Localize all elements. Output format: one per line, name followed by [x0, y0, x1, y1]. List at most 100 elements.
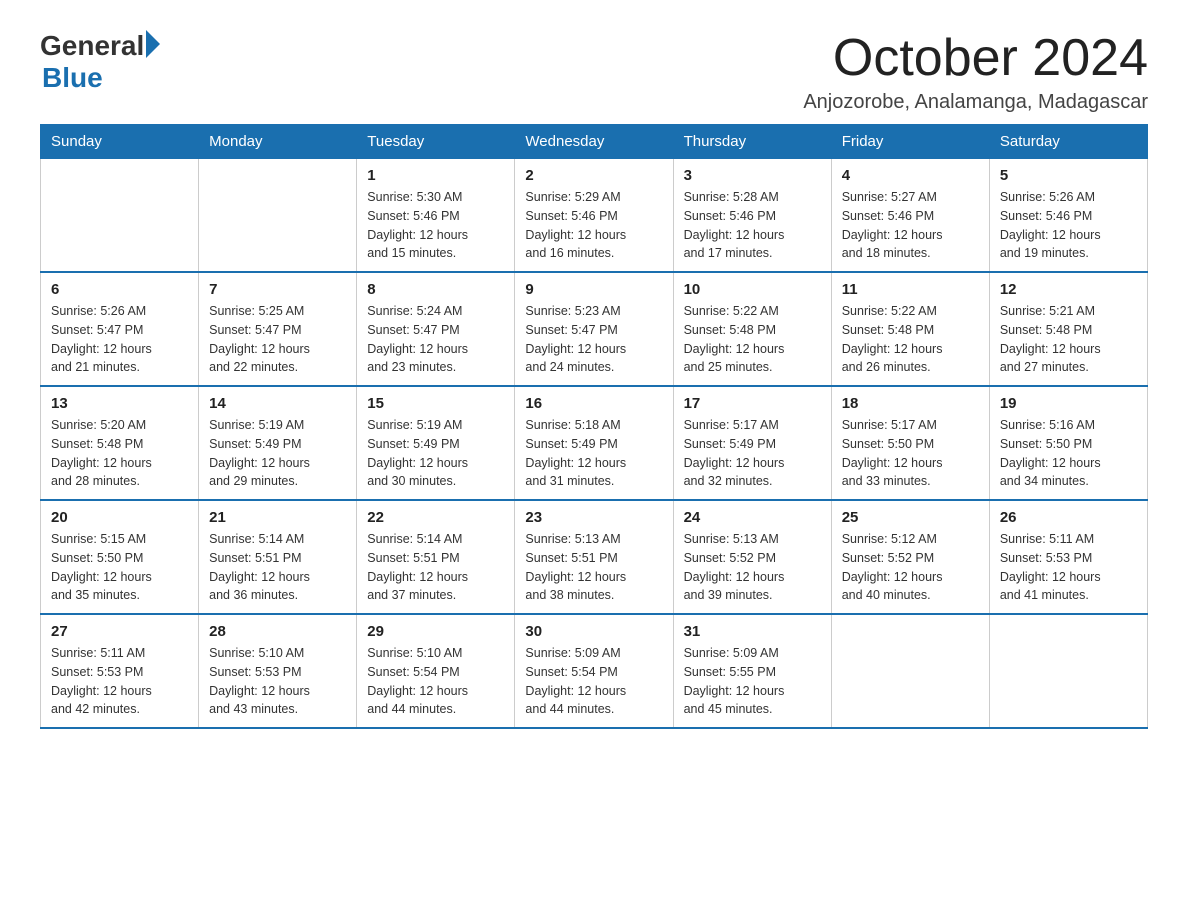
day-number: 18: [842, 395, 979, 412]
calendar-cell: 17 Sunrise: 5:17 AMSunset: 5:49 PMDayligh…: [673, 386, 831, 500]
day-info: Sunrise: 5:15 AMSunset: 5:50 PMDaylight:…: [51, 530, 188, 605]
calendar-cell: 21Sunrise: 5:14 AMSunset: 5:51 PMDayligh…: [199, 500, 357, 614]
day-info: Sunrise: 5:29 AMSunset: 5:46 PMDaylight:…: [525, 188, 662, 263]
day-info: Sunrise: 5:16 AMSunset: 5:50 PMDaylight:…: [1000, 416, 1137, 491]
day-info: Sunrise: 5:28 AMSunset: 5:46 PMDaylight:…: [684, 188, 821, 263]
day-info: Sunrise: 5:22 AMSunset: 5:48 PMDaylight:…: [684, 302, 821, 377]
day-info: Sunrise: 5:27 AMSunset: 5:46 PMDaylight:…: [842, 188, 979, 263]
day-number: 4: [842, 167, 979, 184]
day-number: 5: [1000, 167, 1137, 184]
calendar-cell: 27 Sunrise: 5:11 AMSunset: 5:53 PMDayligh…: [41, 614, 199, 728]
header-thursday: Thursday: [673, 125, 831, 159]
title-area: October 2024 Anjozorobe, Analamanga, Mad…: [803, 30, 1148, 114]
day-number: 3: [684, 167, 821, 184]
day-number: 29: [367, 623, 504, 640]
location-title: Anjozorobe, Analamanga, Madagascar: [803, 91, 1148, 114]
day-info: Sunrise: 5:22 AMSunset: 5:48 PMDaylight:…: [842, 302, 979, 377]
calendar-cell: 28Sunrise: 5:10 AMSunset: 5:53 PMDayligh…: [199, 614, 357, 728]
calendar-header-row: SundayMondayTuesdayWednesdayThursdayFrid…: [41, 125, 1148, 159]
day-number: 15: [367, 395, 504, 412]
day-number: 8: [367, 281, 504, 298]
day-number: 9: [525, 281, 662, 298]
header-friday: Friday: [831, 125, 989, 159]
day-info: Sunrise: 5:17 AMSunset: 5:49 PMDaylight:…: [684, 416, 821, 491]
day-info: Sunrise: 5:11 AMSunset: 5:53 PMDaylight:…: [51, 644, 188, 719]
day-info: Sunrise: 5:25 AMSunset: 5:47 PMDaylight:…: [209, 302, 346, 377]
calendar-cell: [199, 159, 357, 273]
day-number: 27: [51, 623, 188, 640]
calendar-cell: 19Sunrise: 5:16 AMSunset: 5:50 PMDayligh…: [989, 386, 1147, 500]
calendar-cell: [41, 159, 199, 273]
calendar-cell: 8Sunrise: 5:24 AMSunset: 5:47 PMDaylight…: [357, 272, 515, 386]
header-sunday: Sunday: [41, 125, 199, 159]
page-header: General Blue October 2024 Anjozorobe, An…: [40, 30, 1148, 114]
calendar-cell: 3 Sunrise: 5:28 AMSunset: 5:46 PMDaylight…: [673, 159, 831, 273]
day-info: Sunrise: 5:10 AMSunset: 5:53 PMDaylight:…: [209, 644, 346, 719]
day-number: 20: [51, 509, 188, 526]
day-info: Sunrise: 5:09 AMSunset: 5:55 PMDaylight:…: [684, 644, 821, 719]
logo-blue: Blue: [42, 62, 160, 94]
header-tuesday: Tuesday: [357, 125, 515, 159]
week-row-5: 27 Sunrise: 5:11 AMSunset: 5:53 PMDayligh…: [41, 614, 1148, 728]
logo-general: General: [40, 30, 144, 62]
calendar-cell: [831, 614, 989, 728]
day-info: Sunrise: 5:12 AMSunset: 5:52 PMDaylight:…: [842, 530, 979, 605]
calendar-cell: 22Sunrise: 5:14 AMSunset: 5:51 PMDayligh…: [357, 500, 515, 614]
day-number: 2: [525, 167, 662, 184]
day-info: Sunrise: 5:26 AMSunset: 5:47 PMDaylight:…: [51, 302, 188, 377]
calendar-table: SundayMondayTuesdayWednesdayThursdayFrid…: [40, 124, 1148, 729]
calendar-cell: 11 Sunrise: 5:22 AMSunset: 5:48 PMDayligh…: [831, 272, 989, 386]
calendar-cell: 31Sunrise: 5:09 AMSunset: 5:55 PMDayligh…: [673, 614, 831, 728]
calendar-cell: 30Sunrise: 5:09 AMSunset: 5:54 PMDayligh…: [515, 614, 673, 728]
calendar-cell: 2 Sunrise: 5:29 AMSunset: 5:46 PMDaylight…: [515, 159, 673, 273]
calendar-cell: 6 Sunrise: 5:26 AMSunset: 5:47 PMDaylight…: [41, 272, 199, 386]
logo: General Blue: [40, 30, 160, 94]
day-number: 11: [842, 281, 979, 298]
day-number: 26: [1000, 509, 1137, 526]
day-number: 14: [209, 395, 346, 412]
week-row-1: 1 Sunrise: 5:30 AMSunset: 5:46 PMDaylight…: [41, 159, 1148, 273]
calendar-cell: 23 Sunrise: 5:13 AMSunset: 5:51 PMDayligh…: [515, 500, 673, 614]
calendar-cell: 12 Sunrise: 5:21 AMSunset: 5:48 PMDayligh…: [989, 272, 1147, 386]
calendar-cell: 7Sunrise: 5:25 AMSunset: 5:47 PMDaylight…: [199, 272, 357, 386]
day-number: 23: [525, 509, 662, 526]
day-number: 6: [51, 281, 188, 298]
day-info: Sunrise: 5:13 AMSunset: 5:52 PMDaylight:…: [684, 530, 821, 605]
calendar-cell: 10 Sunrise: 5:22 AMSunset: 5:48 PMDayligh…: [673, 272, 831, 386]
day-number: 16: [525, 395, 662, 412]
header-monday: Monday: [199, 125, 357, 159]
header-wednesday: Wednesday: [515, 125, 673, 159]
day-number: 25: [842, 509, 979, 526]
day-info: Sunrise: 5:18 AMSunset: 5:49 PMDaylight:…: [525, 416, 662, 491]
day-info: Sunrise: 5:13 AMSunset: 5:51 PMDaylight:…: [525, 530, 662, 605]
day-number: 17: [684, 395, 821, 412]
day-info: Sunrise: 5:20 AMSunset: 5:48 PMDaylight:…: [51, 416, 188, 491]
calendar-cell: 15 Sunrise: 5:19 AMSunset: 5:49 PMDayligh…: [357, 386, 515, 500]
month-title: October 2024: [803, 30, 1148, 87]
day-info: Sunrise: 5:30 AMSunset: 5:46 PMDaylight:…: [367, 188, 504, 263]
calendar-cell: 16 Sunrise: 5:18 AMSunset: 5:49 PMDayligh…: [515, 386, 673, 500]
day-info: Sunrise: 5:10 AMSunset: 5:54 PMDaylight:…: [367, 644, 504, 719]
day-info: Sunrise: 5:19 AMSunset: 5:49 PMDaylight:…: [367, 416, 504, 491]
day-number: 10: [684, 281, 821, 298]
calendar-cell: 29 Sunrise: 5:10 AMSunset: 5:54 PMDayligh…: [357, 614, 515, 728]
day-info: Sunrise: 5:21 AMSunset: 5:48 PMDaylight:…: [1000, 302, 1137, 377]
calendar-cell: 14 Sunrise: 5:19 AMSunset: 5:49 PMDayligh…: [199, 386, 357, 500]
header-saturday: Saturday: [989, 125, 1147, 159]
calendar-cell: 5 Sunrise: 5:26 AMSunset: 5:46 PMDaylight…: [989, 159, 1147, 273]
week-row-2: 6 Sunrise: 5:26 AMSunset: 5:47 PMDaylight…: [41, 272, 1148, 386]
day-info: Sunrise: 5:09 AMSunset: 5:54 PMDaylight:…: [525, 644, 662, 719]
week-row-4: 20 Sunrise: 5:15 AMSunset: 5:50 PMDayligh…: [41, 500, 1148, 614]
week-row-3: 13Sunrise: 5:20 AMSunset: 5:48 PMDayligh…: [41, 386, 1148, 500]
day-info: Sunrise: 5:17 AMSunset: 5:50 PMDaylight:…: [842, 416, 979, 491]
calendar-cell: 1 Sunrise: 5:30 AMSunset: 5:46 PMDaylight…: [357, 159, 515, 273]
day-number: 24: [684, 509, 821, 526]
day-info: Sunrise: 5:19 AMSunset: 5:49 PMDaylight:…: [209, 416, 346, 491]
calendar-cell: 4 Sunrise: 5:27 AMSunset: 5:46 PMDaylight…: [831, 159, 989, 273]
calendar-cell: 25 Sunrise: 5:12 AMSunset: 5:52 PMDayligh…: [831, 500, 989, 614]
day-number: 12: [1000, 281, 1137, 298]
day-info: Sunrise: 5:26 AMSunset: 5:46 PMDaylight:…: [1000, 188, 1137, 263]
calendar-cell: 24 Sunrise: 5:13 AMSunset: 5:52 PMDayligh…: [673, 500, 831, 614]
day-number: 1: [367, 167, 504, 184]
day-info: Sunrise: 5:14 AMSunset: 5:51 PMDaylight:…: [367, 530, 504, 605]
